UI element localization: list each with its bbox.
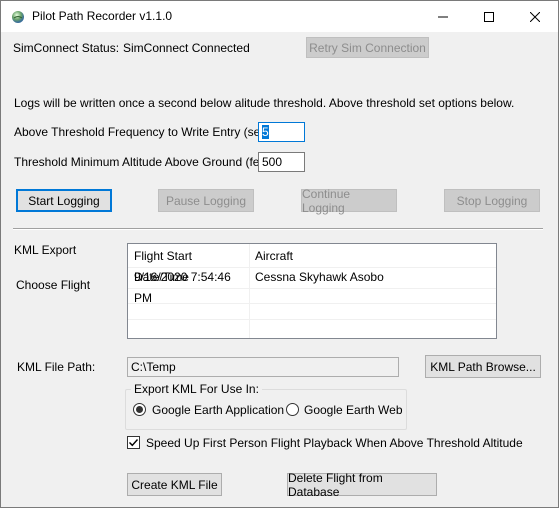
column-header-start[interactable]: Flight Start Date/Time	[128, 246, 249, 284]
altitude-input[interactable]: 500	[258, 152, 305, 172]
flight-start-cell: 9/16/2020 7:54:46 PM	[134, 270, 231, 305]
row-divider	[128, 303, 496, 304]
table-row[interactable]: 9/16/2020 7:54:46 PM Cessna Skyhawk Asob…	[128, 267, 496, 305]
google-earth-web-radio[interactable]	[286, 403, 299, 416]
altitude-label: Threshold Minimum Altitude Above Ground …	[14, 155, 277, 169]
frequency-label: Above Threshold Frequency to Write Entry…	[14, 125, 280, 139]
checkmark-icon	[129, 439, 139, 447]
speedup-checkbox[interactable]	[127, 436, 140, 449]
kml-path-browse-button[interactable]: KML Path Browse...	[425, 355, 541, 378]
retry-sim-connection-button[interactable]: Retry Sim Connection	[306, 37, 429, 58]
simconnect-status-label: SimConnect Status:	[13, 41, 120, 55]
stop-logging-button[interactable]: Stop Logging	[444, 189, 540, 212]
export-group-title: Export KML For Use In:	[131, 382, 262, 396]
logging-info-text: Logs will be written once a second below…	[14, 96, 515, 110]
main-window: Pilot Path Recorder v1.1.0 SimConnect St…	[0, 0, 559, 508]
column-header-aircraft[interactable]: Aircraft	[249, 246, 496, 267]
row-divider	[128, 288, 496, 289]
continue-logging-button[interactable]: Continue Logging	[301, 187, 397, 215]
maximize-button[interactable]	[466, 1, 512, 32]
frequency-value: 5	[262, 125, 269, 139]
kml-file-path-label: KML File Path:	[17, 360, 96, 374]
radio-selected-dot	[136, 406, 143, 413]
minimize-button[interactable]	[420, 1, 466, 32]
table-header: Flight Start Date/Time Aircraft	[128, 246, 496, 284]
speedup-label[interactable]: Speed Up First Person Flight Playback Wh…	[146, 436, 523, 450]
aircraft-cell: Cessna Skyhawk Asobo	[255, 270, 384, 284]
title-bar[interactable]: Pilot Path Recorder v1.1.0	[1, 1, 558, 32]
delete-flight-button[interactable]: Delete Flight from Database	[287, 471, 437, 499]
close-icon	[530, 11, 540, 22]
kml-file-path-input[interactable]: C:\Temp	[127, 357, 399, 377]
flights-listview[interactable]: Flight Start Date/Time Aircraft 9/16/202…	[127, 243, 497, 339]
choose-flight-label: Choose Flight	[16, 278, 91, 292]
google-earth-web-label[interactable]: Google Earth Web	[304, 403, 403, 417]
minimize-icon	[438, 16, 448, 17]
section-separator	[13, 228, 543, 230]
google-earth-app-label[interactable]: Google Earth Application	[152, 403, 284, 417]
create-kml-file-button[interactable]: Create KML File	[127, 473, 222, 496]
app-globe-icon	[12, 11, 24, 23]
pause-logging-button[interactable]: Pause Logging	[158, 189, 254, 212]
maximize-icon	[484, 11, 494, 22]
start-logging-button[interactable]: Start Logging	[16, 189, 112, 212]
row-divider	[128, 319, 496, 320]
simconnect-status-value: SimConnect Connected	[123, 41, 250, 55]
close-button[interactable]	[512, 1, 558, 32]
frequency-input[interactable]: 5	[258, 122, 305, 142]
window-title: Pilot Path Recorder v1.1.0	[32, 9, 173, 23]
google-earth-app-radio[interactable]	[133, 403, 146, 416]
kml-export-label: KML Export	[14, 243, 77, 257]
